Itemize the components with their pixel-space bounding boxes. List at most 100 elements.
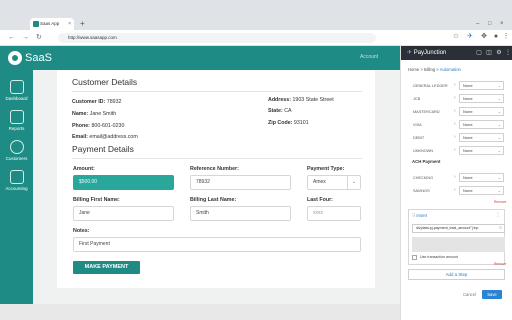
saas-logo-icon: [8, 51, 22, 65]
divider: [72, 158, 362, 159]
browser-tab[interactable]: Saas App ×: [30, 18, 74, 30]
chevron-right-icon: ›: [454, 134, 456, 140]
last-four-field[interactable]: xxxx: [307, 206, 361, 221]
close-tab-icon[interactable]: ×: [68, 18, 71, 30]
debit-select[interactable]: None ⌄: [459, 133, 504, 142]
payjunction-extension-icon[interactable]: ✈: [466, 33, 474, 41]
chevron-down-icon: ⌄: [347, 176, 360, 189]
extensions-icon[interactable]: ✥: [480, 33, 488, 41]
chevron-down-icon: ⌄: [497, 148, 501, 153]
more-icon[interactable]: ⋮: [504, 49, 512, 57]
select-value: None: [463, 109, 473, 114]
customer-id: Customer ID: 78932: [72, 99, 121, 105]
customers-icon: [9, 140, 24, 154]
mastercard-select[interactable]: None ⌄: [459, 107, 504, 116]
savings-select[interactable]: None ⌄: [459, 186, 504, 195]
sidebar-item-reports[interactable]: Reports: [0, 110, 33, 140]
breadcrumb-billing[interactable]: Billing: [424, 67, 435, 72]
select-value: None: [463, 96, 473, 101]
breadcrumb-current: Automation: [439, 67, 461, 72]
billing-last-field[interactable]: Smith: [190, 206, 291, 221]
bookmark-icon[interactable]: ☆: [452, 33, 460, 41]
customer-name-value: Jane Smith: [89, 111, 117, 117]
value-area[interactable]: [412, 237, 505, 252]
account-menu[interactable]: Account: [360, 54, 378, 60]
address-bar: ← → ↻ http://www.saasapp.com ☆ ✈ ✥ ● ⋮: [0, 30, 512, 46]
drag-handle-icon[interactable]: ⠿: [412, 213, 415, 218]
payment-type-label: Payment Type:: [307, 166, 345, 172]
window-close-icon[interactable]: ×: [500, 18, 504, 30]
chevron-down-icon: ⌄: [497, 122, 501, 127]
notes-label: Notes:: [73, 228, 90, 234]
gear-icon[interactable]: ⚙: [495, 49, 503, 57]
customer-details-heading: Customer Details: [72, 77, 138, 87]
forward-icon[interactable]: →: [22, 31, 29, 45]
breadcrumb: Home > Billing > Automation: [408, 67, 461, 72]
chevron-right-icon: ›: [454, 174, 456, 180]
checking-select[interactable]: None ⌄: [459, 173, 504, 182]
customer-id-value: 78932: [106, 99, 122, 105]
customer-email-value: email@address.com: [89, 134, 138, 140]
payjunction-logo-icon: ✈: [407, 50, 413, 56]
profile-icon[interactable]: ●: [492, 33, 500, 41]
sidebar-item-customers[interactable]: Customers: [0, 140, 33, 170]
amount-field[interactable]: $500.00: [73, 175, 174, 190]
reports-icon: [9, 110, 24, 124]
remove-link[interactable]: Remove: [494, 200, 506, 204]
breadcrumb-home[interactable]: Home: [408, 67, 419, 72]
sidebar-item-dashboard[interactable]: Dashboard: [0, 80, 33, 110]
billing-first-field[interactable]: Jane: [73, 206, 174, 221]
row-label: CHECKING: [413, 176, 434, 180]
new-tab-icon[interactable]: +: [80, 18, 85, 30]
unknown-select[interactable]: None ⌄: [459, 146, 504, 155]
back-icon[interactable]: ←: [8, 31, 15, 45]
chevron-right-icon: ›: [454, 121, 456, 127]
customer-zip-label: Zip Code:: [268, 120, 293, 126]
save-button[interactable]: Save: [482, 290, 502, 299]
selector-value: div[data-pj-payment_total_amount"] inp: [416, 226, 479, 230]
reload-icon[interactable]: ↻: [36, 31, 42, 45]
checkbox-label: Use transaction amount: [420, 255, 458, 259]
row-label: DEBIT: [413, 136, 425, 140]
general-ledger-select[interactable]: None ⌄: [459, 81, 504, 90]
window-icon[interactable]: ▢: [475, 49, 483, 57]
browser-menu-icon[interactable]: ⋮: [502, 33, 510, 41]
customer-phone-value: 800-601-0230: [91, 123, 125, 129]
sidebar-item-accounting[interactable]: Accounting: [0, 170, 33, 200]
cancel-button[interactable]: Cancel: [463, 292, 476, 297]
customer-address: Address: 1903 State Street: [268, 97, 334, 103]
chevron-right-icon: ›: [454, 147, 456, 153]
target-icon[interactable]: ○: [499, 225, 502, 232]
jcb-select[interactable]: None ⌄: [459, 94, 504, 103]
select-value: None: [463, 148, 473, 153]
customer-state-value: CA: [284, 108, 292, 114]
row-label: JCB: [413, 97, 421, 101]
minimize-icon[interactable]: –: [476, 18, 479, 30]
customer-state: State: CA: [268, 108, 292, 114]
remove-link[interactable]: Remove: [494, 262, 506, 266]
tab-title: Saas App: [40, 21, 60, 26]
customer-phone: Phone: 800-601-0230: [72, 123, 124, 129]
row-label: VISA: [413, 123, 422, 127]
make-payment-button[interactable]: MAKE PAYMENT: [73, 261, 140, 274]
selector-input[interactable]: div[data-pj-payment_total_amount"] inp ○: [412, 224, 505, 233]
chevron-right-icon: ›: [454, 108, 456, 114]
notes-field[interactable]: First Payment: [73, 237, 361, 252]
sidebar-item-label: Reports: [8, 126, 25, 131]
visa-select[interactable]: None ⌄: [459, 120, 504, 129]
chevron-down-icon: ⌄: [497, 109, 501, 114]
row-label: MASTERCARD: [413, 110, 440, 114]
customer-state-label: State:: [268, 108, 283, 114]
insert-step-label: ⠿ Insert: [412, 213, 427, 219]
billing-first-label: Billing First Name:: [73, 197, 120, 203]
maximize-icon[interactable]: □: [488, 18, 492, 30]
add-step-button[interactable]: Add a Step: [408, 269, 505, 280]
use-transaction-amount-checkbox[interactable]: [412, 255, 417, 260]
url-field[interactable]: http://www.saasapp.com: [58, 33, 376, 43]
more-icon[interactable]: ⋮: [494, 211, 502, 219]
split-icon[interactable]: ◫: [485, 49, 493, 57]
payment-type-select[interactable]: Amex ⌄: [307, 175, 361, 190]
select-value: None: [463, 83, 473, 88]
reference-field[interactable]: 78932: [190, 175, 291, 190]
favicon-icon: [33, 21, 39, 27]
